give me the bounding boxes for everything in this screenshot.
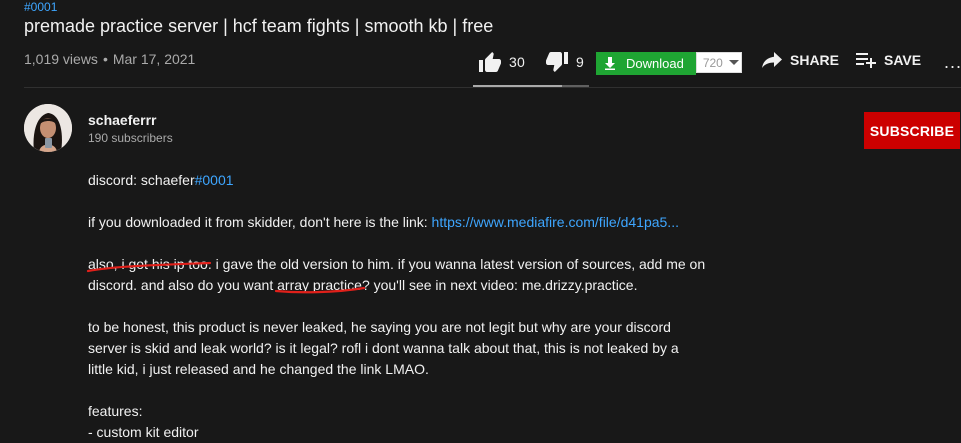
section-divider (24, 87, 961, 88)
thumbs-down-icon (546, 52, 568, 72)
description-line: little kid, i just released and he chang… (88, 361, 429, 377)
save-button[interactable]: SAVE (856, 52, 921, 68)
subscriber-count: 190 subscribers (88, 131, 173, 145)
chevron-down-icon (728, 60, 739, 65)
red-underline-annotation (274, 286, 366, 294)
video-meta: 1,019 views • Mar 17, 2021 (24, 51, 195, 67)
red-underline-annotation (86, 261, 212, 273)
video-description: discord: schaefer#0001 if you downloaded… (88, 170, 728, 443)
share-button[interactable]: SHARE (762, 52, 839, 68)
video-title: premade practice server | hcf team fight… (24, 16, 494, 36)
description-line: to be honest, this product is never leak… (88, 319, 671, 335)
description-text: discord. and also do you want (88, 277, 278, 293)
channel-avatar[interactable] (24, 104, 72, 152)
description-text: ? you'll see in next video: me.drizzy.pr… (361, 277, 638, 293)
download-button[interactable]: Download (596, 52, 696, 75)
description-text: if you downloaded it from skidder, don't… (88, 214, 432, 230)
description-text: discord: schaefer (88, 172, 195, 188)
download-widget: Download 720 (596, 52, 742, 75)
thumbs-up-icon (479, 52, 501, 72)
view-count: 1,019 views (24, 51, 98, 67)
description-text: i gave the old version to him. if you wa… (211, 256, 706, 272)
description-line: if you downloaded it from skidder, don't… (88, 212, 728, 233)
description-line: discord: schaefer#0001 (88, 170, 728, 191)
dislike-count: 9 (576, 54, 584, 70)
dislike-button[interactable]: 9 (545, 51, 584, 73)
hashtag-link[interactable]: #0001 (195, 172, 234, 188)
download-arrow-icon (605, 57, 615, 70)
description-line: server is skid and leak world? is it leg… (88, 340, 679, 356)
description-line: features: (88, 403, 143, 419)
quality-value: 720 (702, 55, 723, 70)
description-line: - custom kit editor (88, 424, 199, 440)
playlist-add-icon (856, 53, 876, 68)
mediafire-link[interactable]: https://www.mediafire.com/file/d41pa5... (432, 214, 679, 230)
more-icon: ... (944, 52, 961, 72)
avatar-image (24, 104, 72, 152)
meta-separator: • (102, 51, 108, 67)
save-label: SAVE (884, 52, 922, 68)
upload-date: Mar 17, 2021 (112, 51, 196, 67)
quality-select[interactable]: 720 (695, 52, 742, 73)
more-actions-button[interactable]: ... (944, 52, 961, 73)
download-label: Download (626, 56, 684, 71)
video-hashtag[interactable]: #0001 (24, 0, 57, 14)
description-line: discord. and also do you want array prac… (88, 275, 728, 296)
channel-name[interactable]: schaeferrr (88, 112, 157, 128)
like-button[interactable]: 30 (478, 51, 525, 73)
share-arrow-icon (762, 52, 782, 68)
share-label: SHARE (790, 52, 840, 68)
subscribe-button[interactable]: SUBSCRIBE (864, 112, 960, 149)
like-count: 30 (509, 54, 525, 70)
